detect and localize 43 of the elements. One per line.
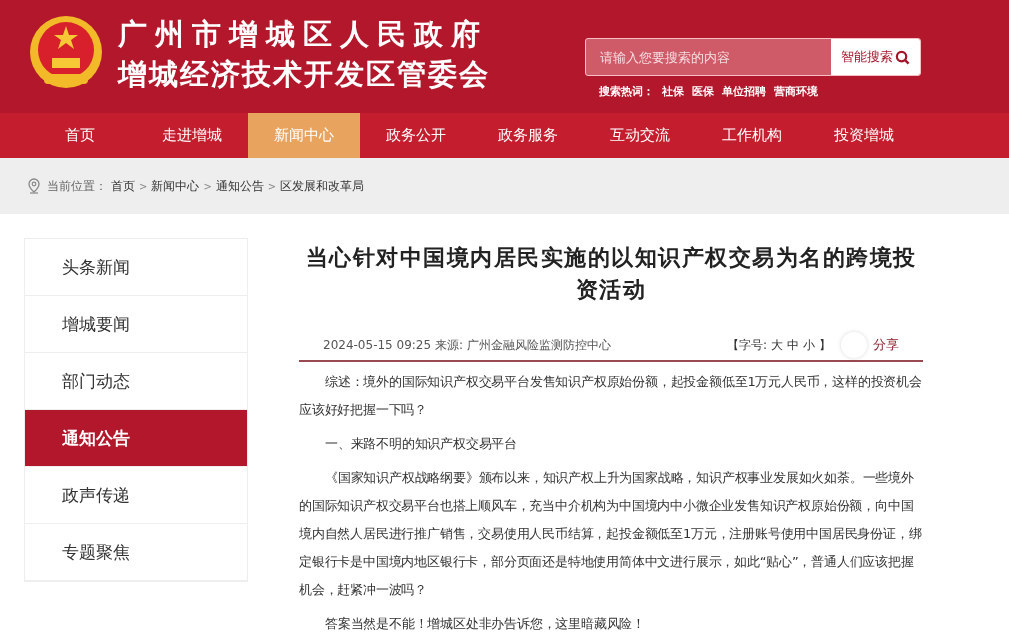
breadcrumb-separator: >	[139, 180, 148, 192]
hot-word-link[interactable]: 营商环境	[774, 84, 818, 99]
font-size-option[interactable]: 中	[787, 336, 799, 354]
site-title: 广州市增城区人民政府	[118, 16, 489, 52]
bracket-text: 】	[819, 336, 831, 354]
font-size-label: 【字号:	[726, 336, 767, 354]
font-size-option[interactable]: 小	[803, 336, 815, 354]
article-paragraph: 《国家知识产权战略纲要》颁布以来，知识产权上升为国家战略，知识产权事业发展如火如荼。一些境外的国际知识产权交易平台也搭上顺风车，充当中介机构为中国境内中小微企业发售知识产权原始份额，向中国境内自然人居民进行推广销售，交易使用人民币结算，起投金额低至1万元，注册账号使用中国居民身份证，绑定银行卡是中国境内地区银行卡，部分页面还是特地使用简体中文进行展示，如此“贴心”，普通人们应该把握机会，赶紧冲一波吗？	[299, 469, 923, 599]
nav-tab[interactable]: 首页	[24, 113, 136, 158]
article-title: 当心针对中国境内居民实施的以知识产权交易为名的跨境投资活动	[304, 244, 918, 304]
article-paragraph: 一、来路不明的知识产权交易平台	[324, 435, 518, 453]
nav-tab[interactable]: 互动交流	[584, 113, 696, 158]
article-paragraph: 综述：境外的国际知识产权交易平台发售知识产权原始份额，起投金额低至1万元人民币，这样的投资机会应该好好把握一下吗？	[299, 373, 923, 419]
location-pin-icon	[27, 178, 41, 194]
search-button[interactable]: 智能搜索	[831, 39, 920, 75]
site-subtitle: 增城经济技术开发区管委会	[118, 56, 490, 93]
sidebar-item[interactable]: 增城要闻	[25, 296, 247, 353]
sidebar-item[interactable]: 专题聚焦	[25, 524, 247, 581]
search-icon	[895, 49, 910, 65]
nav-tab[interactable]: 工作机构	[696, 113, 808, 158]
font-size-option[interactable]: 大	[771, 336, 783, 354]
breadcrumb-separator: >	[267, 180, 277, 192]
hot-words-label: 搜索热词：	[599, 84, 654, 99]
breadcrumb-link[interactable]: 首页	[111, 177, 135, 195]
sidebar-item[interactable]: 政声传递	[25, 467, 247, 524]
breadcrumb-separator: >	[203, 180, 212, 192]
search-field[interactable]: 请输入您要搜索的内容 智能搜索	[585, 38, 921, 76]
nav-tab[interactable]: 投资增城	[808, 113, 920, 158]
sidebar-item[interactable]: 通知公告	[25, 410, 247, 467]
breadcrumb-label: 当前位置：	[47, 177, 107, 195]
breadcrumb-link[interactable]: 新闻中心	[151, 177, 200, 195]
article-paragraph: 答案当然是不能！增城区处非办告诉您，这里暗藏风险！	[324, 615, 646, 633]
nav-tab[interactable]: 走进增城	[136, 113, 248, 158]
share-link[interactable]: 分享	[873, 336, 899, 354]
nav-tab[interactable]: 政务公开	[360, 113, 472, 158]
hot-word-link[interactable]: 医保	[692, 84, 714, 99]
nav-tab[interactable]: 政务服务	[472, 113, 584, 158]
hot-word-link[interactable]: 单位招聘	[722, 84, 766, 99]
sidebar-item[interactable]: 头条新闻	[25, 239, 247, 296]
breadcrumb-link[interactable]: 区发展和改革局	[280, 177, 365, 195]
breadcrumb-link[interactable]: 通知公告	[215, 177, 264, 195]
hot-word-link[interactable]: 社保	[662, 84, 684, 99]
article-meta: 2024-05-15 09:25 来源: 广州金融风险监测防控中心	[323, 336, 611, 354]
